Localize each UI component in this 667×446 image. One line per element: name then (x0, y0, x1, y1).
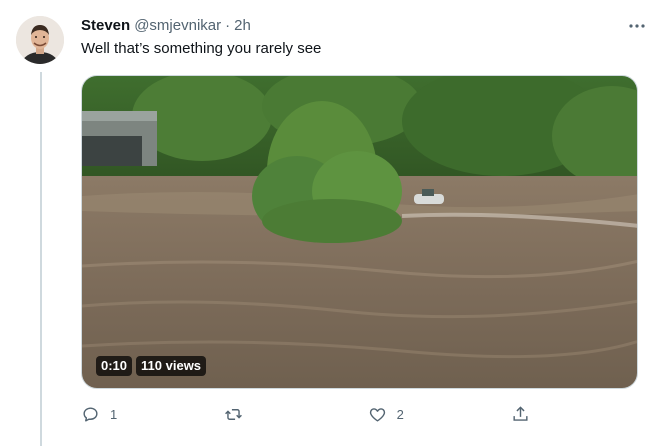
tweet-header: Steven @smjevnikar · 2h (81, 16, 647, 36)
retweet-button[interactable] (224, 405, 264, 424)
avatar[interactable] (16, 16, 64, 64)
thread-line (40, 72, 42, 446)
separator-dot: · (225, 17, 231, 34)
video-duration: 0:10 (96, 356, 133, 376)
heart-icon (369, 407, 385, 422)
reply-button[interactable]: 1 (81, 405, 121, 424)
author-handle[interactable]: @smjevnikar (134, 16, 221, 36)
reply-count: 1 (110, 406, 118, 422)
share-icon (513, 405, 528, 421)
author-name[interactable]: Steven (81, 16, 130, 36)
action-bar: 1 2 (81, 402, 551, 426)
like-count: 2 (396, 406, 404, 422)
retweet-icon (225, 408, 243, 420)
video-views: 110 views (136, 356, 207, 376)
share-button[interactable] (511, 405, 551, 424)
more-dots-icon (629, 24, 645, 28)
video-thumbnail-icon (82, 76, 637, 388)
user-avatar-icon (16, 16, 64, 64)
more-options-button[interactable] (627, 16, 647, 36)
tweet-text: Well that’s something you rarely see (81, 40, 322, 57)
video-badges: 0:10 110 views (96, 356, 207, 376)
tweet-time[interactable]: 2h (234, 16, 251, 36)
video-player[interactable]: 0:10 110 views (81, 75, 638, 389)
like-button[interactable]: 2 (368, 405, 408, 424)
reply-icon (83, 406, 98, 422)
